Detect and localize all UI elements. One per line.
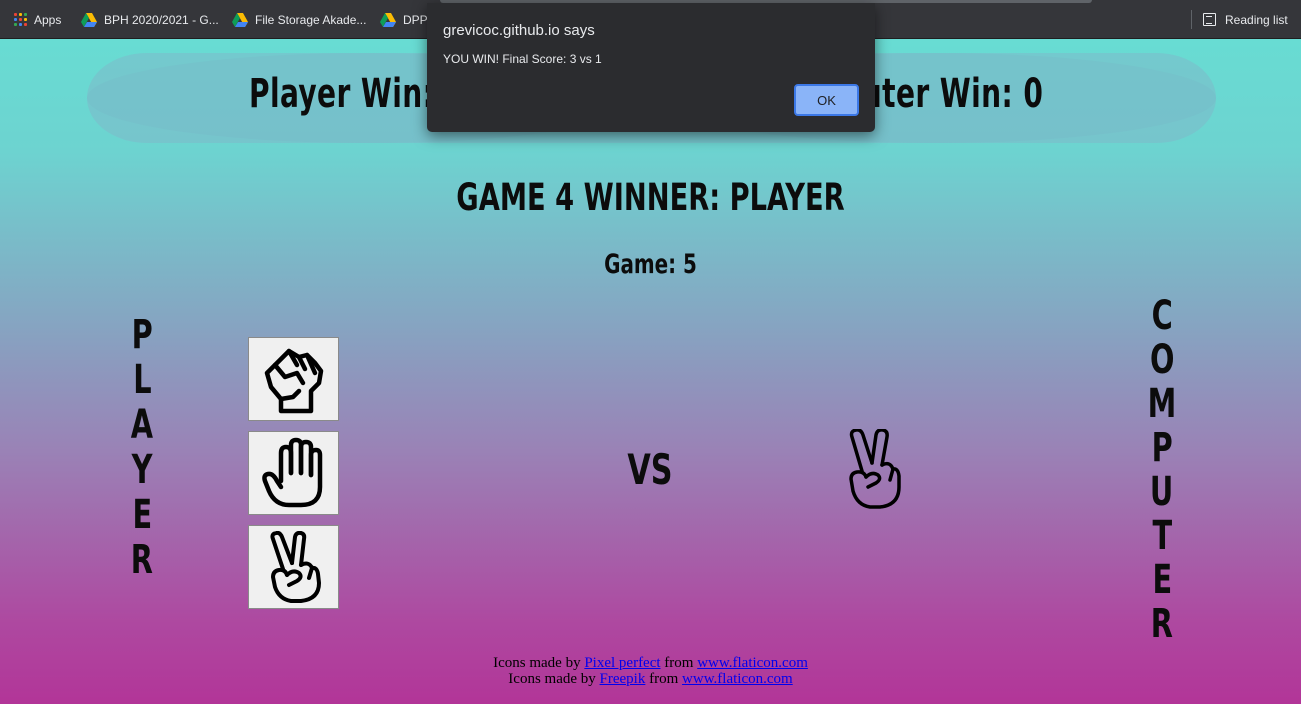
player-label-letter: A bbox=[130, 402, 154, 448]
player-label-letter: P bbox=[131, 312, 153, 358]
bookmark-label: Apps bbox=[34, 12, 62, 27]
google-drive-icon bbox=[380, 12, 396, 27]
computer-label-letter: C bbox=[1151, 293, 1173, 339]
player-label: P L A Y E R bbox=[120, 313, 164, 583]
player-label-letter: L bbox=[132, 357, 152, 403]
bookmark-dpp[interactable]: DPP bbox=[380, 0, 428, 39]
bookmark-separator bbox=[1191, 10, 1192, 29]
apps-grid-icon bbox=[14, 13, 27, 26]
player-label-letter: E bbox=[132, 492, 152, 538]
credit-site-link[interactable]: www.flaticon.com bbox=[697, 655, 808, 671]
credit-site-link[interactable]: www.flaticon.com bbox=[682, 671, 793, 687]
computer-label-letter: E bbox=[1152, 557, 1172, 603]
computer-label-letter: O bbox=[1149, 337, 1175, 383]
bookmark-bph[interactable]: BPH 2020/2021 - G... bbox=[81, 0, 219, 39]
computer-label-letter: P bbox=[1151, 425, 1173, 471]
alert-dialog: grevicoc.github.io says YOU WIN! Final S… bbox=[427, 3, 875, 132]
scissors-button[interactable] bbox=[248, 525, 339, 609]
bookmark-apps[interactable]: Apps bbox=[14, 0, 61, 39]
computer-label-letter: U bbox=[1150, 469, 1174, 515]
player-label-letter: R bbox=[130, 537, 154, 583]
fist-icon bbox=[264, 348, 323, 414]
credit-line: Icons made by Freepik from www.flaticon.… bbox=[0, 671, 1301, 687]
dialog-message: YOU WIN! Final Score: 3 vs 1 bbox=[443, 52, 602, 66]
peace-hand-icon bbox=[269, 531, 321, 603]
computer-label-letter: M bbox=[1147, 381, 1177, 427]
game-winner-heading: GAME 4 WINNER: PLAYER bbox=[456, 176, 845, 219]
player-label-letter: Y bbox=[131, 447, 153, 493]
credit-line: Icons made by Pixel perfect from www.fla… bbox=[0, 655, 1301, 671]
computer-choice-peace-hand-icon bbox=[849, 429, 901, 509]
bookmark-label: DPP bbox=[403, 12, 428, 27]
google-drive-icon bbox=[81, 12, 97, 27]
computer-label-letter: T bbox=[1152, 513, 1172, 559]
reading-list-label: Reading list bbox=[1225, 12, 1288, 27]
vs-label: VS bbox=[627, 445, 673, 494]
credit-prefix: Icons made by bbox=[493, 655, 581, 671]
icon-credits: Icons made by Pixel perfect from www.fla… bbox=[0, 655, 1301, 687]
rock-button[interactable] bbox=[248, 337, 339, 421]
dialog-title: grevicoc.github.io says bbox=[443, 22, 595, 39]
game-number: Game: 5 bbox=[604, 249, 697, 280]
reading-list-button[interactable]: Reading list bbox=[1203, 0, 1288, 39]
bookmark-file-storage[interactable]: File Storage Akade... bbox=[232, 0, 366, 39]
google-drive-icon bbox=[232, 12, 248, 27]
computer-label: C O M P U T E R bbox=[1140, 294, 1184, 646]
bookmark-label: BPH 2020/2021 - G... bbox=[104, 12, 219, 27]
credit-author-link[interactable]: Pixel perfect bbox=[584, 655, 660, 671]
credit-author-link[interactable]: Freepik bbox=[600, 671, 646, 687]
credit-middle: from bbox=[664, 655, 694, 671]
credit-middle: from bbox=[649, 671, 679, 687]
reading-list-icon bbox=[1203, 13, 1216, 26]
open-hand-icon bbox=[261, 437, 322, 508]
ok-button[interactable]: OK bbox=[794, 84, 859, 116]
paper-button[interactable] bbox=[248, 431, 339, 515]
game-page: Player Win: 3 Computer Win: 0 GAME 4 WIN… bbox=[0, 39, 1301, 704]
computer-label-letter: R bbox=[1150, 601, 1174, 647]
credit-prefix: Icons made by bbox=[508, 671, 596, 687]
bookmark-label: File Storage Akade... bbox=[255, 12, 367, 27]
